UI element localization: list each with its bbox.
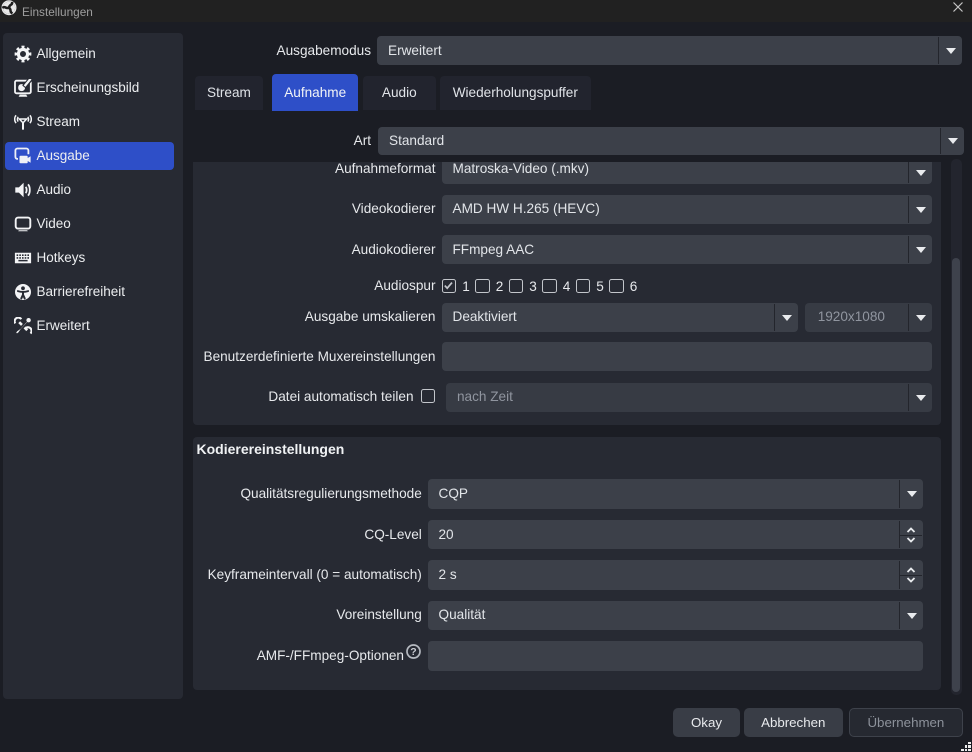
svg-text:?: ? xyxy=(410,646,416,658)
